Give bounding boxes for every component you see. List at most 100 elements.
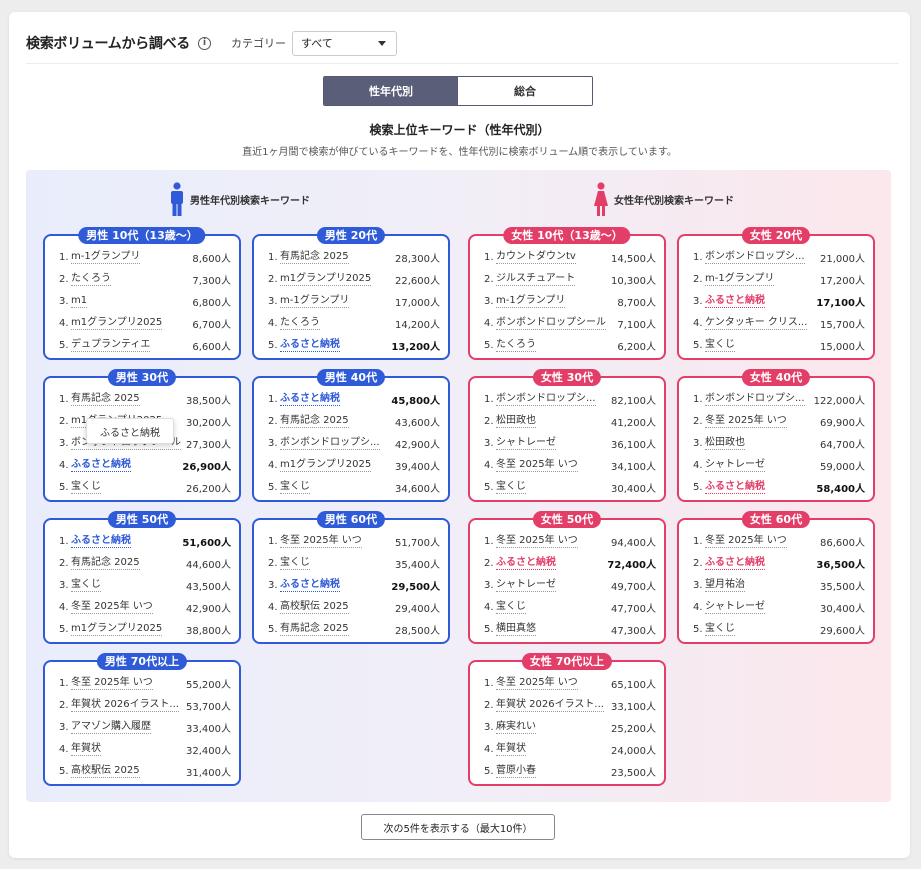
keyword-link[interactable]: ふるさと納税	[71, 458, 131, 472]
keyword-link[interactable]: 冬至 2025年 いつ	[496, 458, 578, 472]
keyword-link[interactable]: ふるさと納税	[280, 578, 340, 592]
rank-number: 3.	[484, 295, 494, 307]
keyword-link[interactable]: 高校駅伝 2025	[71, 764, 140, 778]
keyword-link[interactable]: ボンボンドロップシ...	[496, 392, 596, 406]
keyword-link[interactable]: ふるさと納税	[71, 534, 131, 548]
keyword-link[interactable]: アマゾン購入履歴	[71, 720, 151, 734]
keyword-link[interactable]: 冬至 2025年 いつ	[496, 676, 578, 690]
keyword-link[interactable]: ふるさと納税	[280, 338, 340, 352]
keyword-link[interactable]: ケンタッキー クリス...	[705, 316, 808, 330]
keyword-link[interactable]: ボンボンドロップシ...	[280, 436, 380, 450]
keyword-link[interactable]: 菅原小春	[496, 764, 536, 778]
keyword-link[interactable]: m1グランプリ2025	[71, 316, 163, 330]
keyword-link[interactable]: 年賀状	[496, 742, 526, 756]
rank-number: 3.	[484, 437, 494, 449]
keyword-link[interactable]: ボンボンドロップシ...	[705, 250, 805, 264]
female-group-card: 女性 10代（13歳〜） 1. カウントダウンtv 14,500人 2. ジルスチュアート…	[468, 227, 666, 360]
keyword-link[interactable]: カウントダウンtv	[496, 250, 576, 264]
keyword-link[interactable]: たくろう	[496, 338, 536, 352]
rank-number: 2.	[59, 415, 69, 427]
keyword-link[interactable]: m1グランプリ2025	[280, 272, 372, 286]
search-volume: 43,500人	[186, 581, 231, 593]
keyword-link[interactable]: 有馬記念 2025	[280, 250, 349, 264]
keyword-link[interactable]: m-1グランプリ	[71, 250, 141, 264]
keyword-link[interactable]: 冬至 2025年 いつ	[71, 676, 153, 690]
keyword-row: 1. 冬至 2025年 いつ 55,200人	[59, 674, 231, 692]
keyword-link[interactable]: デュプランティエ	[71, 338, 151, 352]
keyword-link[interactable]: 宝くじ	[496, 600, 526, 614]
info-icon[interactable]: i	[197, 36, 211, 50]
keyword-link[interactable]: m1グランプリ2025	[71, 622, 163, 636]
keyword-link[interactable]: 有馬記念 2025	[71, 556, 140, 570]
keyword-row: 1. 有馬記念 2025 28,300人	[268, 248, 440, 266]
category-select[interactable]: すべて	[291, 30, 397, 56]
keyword-link[interactable]: 高校駅伝 2025	[280, 600, 349, 614]
rank-number: 4.	[484, 459, 494, 471]
keyword-link[interactable]: m1グランプリ2025	[280, 458, 372, 472]
keyword-link[interactable]: ふるさと納税	[705, 294, 765, 308]
tab-overall[interactable]: 総合	[458, 77, 592, 105]
keyword-link[interactable]: 宝くじ	[71, 578, 101, 592]
keyword-link[interactable]: 松田政也	[705, 436, 745, 450]
keyword-link[interactable]: m-1グランプリ	[496, 294, 566, 308]
rank-number: 2.	[484, 557, 494, 569]
rank-number: 4.	[484, 317, 494, 329]
search-volume: 38,500人	[186, 395, 231, 407]
keyword-link[interactable]: ふるさと納税	[496, 556, 556, 570]
keyword-link[interactable]: 横田真悠	[496, 622, 536, 636]
search-volume: 29,600人	[820, 625, 865, 637]
keyword-row: 3. シャトレーゼ 49,700人	[484, 576, 656, 594]
keyword-link[interactable]: 有馬記念 2025	[280, 622, 349, 636]
keyword-link[interactable]: 宝くじ	[280, 556, 310, 570]
keyword-link[interactable]: 冬至 2025年 いつ	[705, 534, 787, 548]
keyword-row: 4. 冬至 2025年 いつ 34,100人	[484, 456, 656, 474]
keyword-link[interactable]: 有馬記念 2025	[280, 414, 349, 428]
keyword-link[interactable]: ふるさと納税	[705, 480, 765, 494]
keyword-row: 1. ボンボンドロップシ... 82,100人	[484, 390, 656, 408]
keyword-link[interactable]: 冬至 2025年 いつ	[71, 600, 153, 614]
keyword-link[interactable]: 冬至 2025年 いつ	[280, 534, 362, 548]
keyword-link[interactable]: ボンボンドロップシ...	[705, 392, 805, 406]
keyword-link[interactable]: たくろう	[280, 316, 320, 330]
keyword-link[interactable]: 年賀状 2026イラスト...	[71, 698, 179, 712]
keyword-link[interactable]: たくろう	[71, 272, 111, 286]
keyword-link[interactable]: ふるさと納税	[705, 556, 765, 570]
keyword-link[interactable]: シャトレーゼ	[496, 436, 556, 450]
keyword-link[interactable]: 年賀状	[71, 742, 101, 756]
male-group-card: 男性 40代 1. ふるさと納税 45,800人 2. 有馬記念 2025 43,600人 3…	[252, 369, 450, 502]
header: 検索ボリュームから調べる i カテゴリー すべて	[26, 28, 397, 58]
tab-gender-age[interactable]: 性年代別	[324, 77, 458, 105]
keyword-link[interactable]: シャトレーゼ	[705, 458, 765, 472]
keyword-link[interactable]: 冬至 2025年 いつ	[496, 534, 578, 548]
keyword-link[interactable]: m1	[71, 294, 88, 308]
keyword-link[interactable]: 麻実れい	[496, 720, 536, 734]
keyword-link[interactable]: m-1グランプリ	[705, 272, 775, 286]
keyword-link[interactable]: 宝くじ	[71, 480, 101, 494]
keyword-link[interactable]: 宝くじ	[705, 338, 735, 352]
keyword-link[interactable]: m-1グランプリ	[280, 294, 350, 308]
keyword-link[interactable]: 宝くじ	[280, 480, 310, 494]
keyword-link[interactable]: 松田政也	[496, 414, 536, 428]
search-volume: 42,900人	[395, 439, 440, 451]
male-group-card: 男性 10代（13歳〜） 1. m-1グランプリ 8,600人 2. たくろう 7,300人…	[43, 227, 241, 360]
show-more-button[interactable]: 次の5件を表示する（最大10件）	[361, 814, 555, 840]
keyword-link[interactable]: シャトレーゼ	[496, 578, 556, 592]
keyword-link[interactable]: ジルスチュアート	[496, 272, 576, 286]
keyword-row: 2. 宝くじ 35,400人	[268, 554, 440, 572]
keyword-link[interactable]: ボンボンドロップシール	[496, 316, 606, 330]
rank-number: 5.	[484, 339, 494, 351]
keyword-link[interactable]: ふるさと納税	[280, 392, 340, 406]
keyword-link[interactable]: シャトレーゼ	[705, 600, 765, 614]
search-volume: 64,700人	[820, 439, 865, 451]
keyword-link[interactable]: 有馬記念 2025	[71, 392, 140, 406]
keyword-link[interactable]: 望月祐治	[705, 578, 745, 592]
keyword-row: 5. 宝くじ 30,400人	[484, 478, 656, 496]
keyword-link[interactable]: 宝くじ	[496, 480, 526, 494]
keyword-row: 1. ボンボンドロップシ... 21,000人	[693, 248, 865, 266]
keyword-link[interactable]: 年賀状 2026イラスト...	[496, 698, 604, 712]
search-volume: 69,900人	[820, 417, 865, 429]
keyword-link[interactable]: 冬至 2025年 いつ	[705, 414, 787, 428]
keyword-link[interactable]: 宝くじ	[705, 622, 735, 636]
keyword-row: 5. 宝くじ 15,000人	[693, 336, 865, 354]
search-volume: 10,300人	[611, 275, 656, 287]
